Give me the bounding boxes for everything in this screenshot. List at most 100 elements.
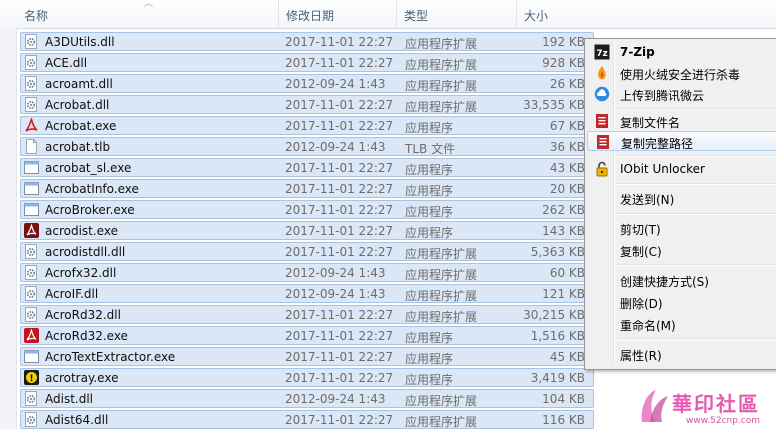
menu-item-upload-weiyun[interactable]: 上传到腾讯微云 bbox=[587, 84, 776, 104]
menu-separator bbox=[617, 213, 776, 215]
file-date: 2017-11-01 22:27 bbox=[285, 371, 394, 385]
menu-item-copy-filename[interactable]: 复制文件名 bbox=[587, 111, 776, 131]
menu-item-create-shortcut[interactable]: 创建快捷方式(S) bbox=[587, 270, 776, 290]
file-size: 30,215 KB bbox=[523, 308, 585, 322]
file-name: acrobat_sl.exe bbox=[45, 161, 132, 175]
site-watermark: 華印社區 www.52cnp.com bbox=[636, 382, 776, 429]
menu-item-iobit-unlocker[interactable]: IObit Unlocker bbox=[587, 159, 776, 179]
file-row[interactable]: AcroRd32.exe 2017-11-01 22:27 应用程序 1,516 KB bbox=[20, 326, 594, 345]
column-header-date[interactable]: 修改日期 bbox=[286, 7, 334, 24]
file-date: 2017-11-01 22:27 bbox=[285, 245, 394, 259]
dll-gear-icon bbox=[24, 391, 39, 406]
file-row[interactable]: AcroRd32.dll 2017-11-01 22:27 应用程序扩展 30,215… bbox=[20, 305, 594, 324]
watermark-logo-icon bbox=[641, 390, 668, 422]
file-row[interactable]: ! acrotray.exe 2017-11-01 22:27 应用程序 3,419 K… bbox=[20, 368, 594, 387]
file-row[interactable]: Adist.dll 2012-09-24 1:43 应用程序扩展 104 KB bbox=[20, 389, 594, 408]
file-row[interactable]: Acrobat.exe 2017-11-01 22:27 应用程序 67 KB bbox=[20, 116, 594, 135]
file-size: 26 KB bbox=[549, 77, 585, 91]
file-size: 43 KB bbox=[549, 161, 585, 175]
file-type: 应用程序扩展 bbox=[405, 100, 478, 114]
menu-item-copy[interactable]: 复制(C) bbox=[587, 240, 776, 260]
file-row[interactable]: ACE.dll 2017-11-01 22:27 应用程序扩展 928 KB bbox=[20, 53, 594, 72]
menu-item-label: 复制完整路径 bbox=[621, 137, 694, 151]
file-name: AcroRd32.exe bbox=[45, 329, 128, 343]
file-type: 应用程序扩展 bbox=[405, 394, 478, 408]
file-date: 2017-11-01 22:27 bbox=[285, 119, 394, 133]
menu-separator bbox=[617, 108, 776, 110]
acrobat-icon bbox=[24, 116, 39, 133]
navigation-pane-edge bbox=[0, 28, 17, 429]
file-size: 45 KB bbox=[549, 350, 585, 364]
file-row[interactable]: A3DUtils.dll 2017-11-01 22:27 应用程序扩展 192 KB bbox=[20, 32, 594, 51]
dll-gear-icon bbox=[24, 265, 39, 280]
dll-gear-icon bbox=[24, 55, 39, 70]
column-divider[interactable] bbox=[516, 0, 517, 28]
file-date: 2012-09-24 1:43 bbox=[285, 266, 386, 280]
column-header-type[interactable]: 类型 bbox=[404, 7, 428, 24]
exe-window-icon bbox=[24, 349, 39, 364]
file-row[interactable]: Acrofx32.dll 2012-09-24 1:43 应用程序扩展 60 KB bbox=[20, 263, 594, 282]
exe-window-icon bbox=[24, 202, 39, 217]
file-size: 67 KB bbox=[549, 119, 585, 133]
file-type: 应用程序 bbox=[405, 226, 454, 240]
file-name: AcroRd32.dll bbox=[45, 308, 121, 322]
column-header-name[interactable]: 名称 bbox=[24, 7, 48, 24]
menu-item-properties[interactable]: 属性(R) bbox=[587, 344, 776, 364]
sort-ascending-icon: ︿ bbox=[144, 0, 154, 9]
file-row[interactable]: AcroBroker.exe 2017-11-01 22:27 应用程序 262 KB bbox=[20, 200, 594, 219]
file-row[interactable]: Adist64.dll 2017-11-01 22:27 应用程序扩展 116 KB bbox=[20, 410, 594, 429]
file-name: AcroTextExtractor.exe bbox=[45, 350, 176, 364]
file-name: Adist.dll bbox=[45, 392, 94, 406]
exe-window-icon bbox=[24, 160, 39, 175]
file-size: 928 KB bbox=[542, 56, 585, 70]
file-type: 应用程序 bbox=[405, 163, 454, 177]
file-row[interactable]: acrodist.exe 2017-11-01 22:27 应用程序 143 KB bbox=[20, 221, 594, 240]
menu-item-send-to[interactable]: 发送到(N) bbox=[587, 188, 776, 208]
file-date: 2017-11-01 22:27 bbox=[285, 56, 394, 70]
file-date: 2017-11-01 22:27 bbox=[285, 203, 394, 217]
file-size: 33,535 KB bbox=[523, 98, 585, 112]
file-name: ACE.dll bbox=[45, 56, 88, 70]
file-date: 2017-11-01 22:27 bbox=[285, 329, 394, 343]
file-type: TLB 文件 bbox=[405, 142, 456, 156]
file-size: 20 KB bbox=[549, 182, 585, 196]
column-header-size[interactable]: 大小 bbox=[524, 7, 548, 24]
file-row[interactable]: acroamt.dll 2012-09-24 1:43 应用程序扩展 26 KB bbox=[20, 74, 594, 93]
file-row[interactable]: acrobat_sl.exe 2017-11-01 22:27 应用程序 43 KB bbox=[20, 158, 594, 177]
file-row[interactable]: acrobat.tlb 2012-09-24 1:43 TLB 文件 36 KB bbox=[20, 137, 594, 156]
context-menu: 7z 7-Zip 使用火绒安全进行杀毒 上传到腾讯微云 复制文件名 复制完整路径 … bbox=[584, 38, 776, 370]
dll-gear-icon bbox=[24, 97, 39, 112]
menu-item-delete[interactable]: 删除(D) bbox=[587, 292, 776, 312]
file-row[interactable]: acrodistdll.dll 2017-11-01 22:27 应用程序扩展 5,3… bbox=[20, 242, 594, 261]
file-date: 2012-09-24 1:43 bbox=[285, 287, 386, 301]
menu-item-7zip[interactable]: 7z 7-Zip bbox=[587, 42, 776, 62]
menu-item-rename[interactable]: 重命名(M) bbox=[587, 314, 776, 334]
menu-item-label: IObit Unlocker bbox=[620, 162, 705, 176]
file-type: 应用程序扩展 bbox=[405, 310, 478, 324]
file-date: 2017-11-01 22:27 bbox=[285, 98, 394, 112]
file-row[interactable]: AcrobatInfo.exe 2017-11-01 22:27 应用程序 20 KB bbox=[20, 179, 594, 198]
file-type: 应用程序扩展 bbox=[405, 58, 478, 72]
file-row[interactable]: AcroIF.dll 2012-09-24 1:43 应用程序扩展 121 KB bbox=[20, 284, 594, 303]
file-type: 应用程序 bbox=[405, 184, 454, 198]
menu-item-label: 上传到腾讯微云 bbox=[620, 89, 705, 103]
file-type: 应用程序扩展 bbox=[405, 247, 478, 261]
dll-gear-icon bbox=[24, 307, 39, 322]
menu-item-label: 重命名(M) bbox=[620, 319, 676, 333]
file-name: Acrobat.exe bbox=[45, 119, 117, 133]
file-type: 应用程序 bbox=[405, 352, 454, 366]
file-row[interactable]: AcroTextExtractor.exe 2017-11-01 22:27 应用程… bbox=[20, 347, 594, 366]
menu-item-copy-full-path[interactable]: 复制完整路径 bbox=[587, 131, 776, 151]
copy-red-icon bbox=[594, 113, 610, 129]
menu-item-label: 复制(C) bbox=[620, 245, 662, 259]
file-row[interactable]: Acrobat.dll 2017-11-01 22:27 应用程序扩展 33,535 … bbox=[20, 95, 594, 114]
column-divider[interactable] bbox=[396, 0, 397, 28]
file-type: 应用程序扩展 bbox=[405, 268, 478, 282]
menu-item-cut[interactable]: 剪切(T) bbox=[587, 218, 776, 238]
menu-item-label: 使用火绒安全进行杀毒 bbox=[620, 68, 741, 82]
menu-item-huorong-scan[interactable]: 使用火绒安全进行杀毒 bbox=[587, 63, 776, 83]
file-type: 应用程序扩展 bbox=[405, 289, 478, 303]
file-name: Adist64.dll bbox=[45, 413, 109, 427]
column-divider[interactable] bbox=[278, 0, 279, 28]
file-size: 36 KB bbox=[549, 140, 585, 154]
